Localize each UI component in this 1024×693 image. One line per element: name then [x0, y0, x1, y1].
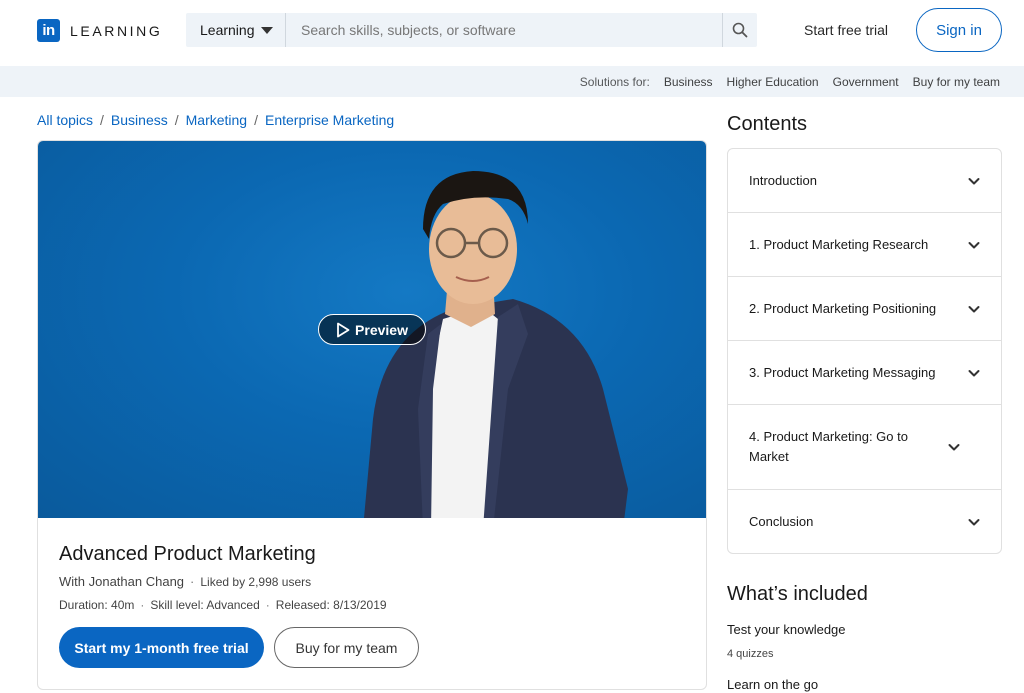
breadcrumb-business[interactable]: Business: [111, 112, 168, 128]
solutions-subnav: Solutions for: Business Higher Education…: [0, 66, 1024, 97]
search-bar: Learning: [186, 13, 757, 47]
contents-item-chapter-3[interactable]: 3. Product Marketing Messaging: [728, 341, 1001, 405]
contents-item-label: Conclusion: [749, 514, 814, 529]
included-item-detail: 4 quizzes: [727, 648, 774, 660]
start-free-trial-button[interactable]: Start my 1-month free trial: [59, 627, 264, 668]
breadcrumb-enterprise-marketing[interactable]: Enterprise Marketing: [265, 112, 394, 128]
contents-list: Introduction 1. Product Marketing Resear…: [727, 148, 1002, 554]
chevron-down-icon: [968, 305, 980, 312]
contents-item-label: 1. Product Marketing Research: [749, 236, 929, 252]
subnav-item-business[interactable]: Business: [664, 75, 713, 89]
chevron-down-icon: [968, 177, 980, 184]
release-date: Released: 8/13/2019: [275, 598, 387, 612]
meta-separator: ·: [265, 598, 270, 612]
included-item-heading: Test your knowledge: [727, 622, 846, 637]
chevron-down-icon: [968, 519, 980, 526]
play-icon: [337, 322, 350, 337]
whats-included-heading: What’s included: [727, 583, 868, 605]
search-input[interactable]: [286, 13, 722, 47]
skill-level: Skill level: Advanced: [150, 598, 260, 612]
start-free-trial-link[interactable]: Start free trial: [804, 22, 888, 38]
preview-label: Preview: [355, 321, 408, 338]
chevron-down-icon: [968, 369, 980, 376]
preview-button[interactable]: Preview: [318, 314, 426, 345]
breadcrumb-separator: /: [254, 112, 258, 128]
chevron-down-icon: [948, 444, 960, 451]
contents-item-chapter-4[interactable]: 4. Product Marketing: Go to Market: [728, 405, 1001, 490]
contents-item-conclusion[interactable]: Conclusion: [728, 490, 1001, 553]
top-header: in LEARNING Learning Start free trial Si…: [0, 0, 1024, 64]
linkedin-logo-icon: in: [37, 19, 60, 42]
course-meta-primary: With Jonathan Chang · Liked by 2,998 use…: [59, 574, 311, 589]
buy-for-my-team-button[interactable]: Buy for my team: [274, 627, 419, 668]
caret-down-icon: [260, 26, 273, 34]
chevron-down-icon: [968, 241, 980, 248]
contents-item-label: Introduction: [749, 172, 817, 188]
course-card: Preview Advanced Product Marketing With …: [37, 140, 707, 690]
search-icon: [732, 22, 748, 38]
contents-heading: Contents: [727, 113, 808, 135]
solutions-label: Solutions for:: [579, 74, 650, 89]
breadcrumb: All topics / Business / Marketing / Ente…: [37, 112, 394, 128]
breadcrumb-separator: /: [174, 112, 179, 128]
search-scope-dropdown[interactable]: Learning: [186, 13, 286, 47]
meta-separator: ·: [140, 598, 145, 612]
logo-text: LEARNING: [70, 22, 163, 39]
course-preview-video[interactable]: Preview: [38, 141, 706, 518]
likes-count: Liked by 2,998 users: [200, 574, 312, 589]
subnav-item-buy-for-my-team[interactable]: Buy for my team: [913, 75, 1000, 89]
breadcrumb-all-topics[interactable]: All topics: [37, 112, 93, 128]
contents-item-introduction[interactable]: Introduction: [728, 149, 1001, 213]
search-button[interactable]: [722, 13, 757, 47]
course-title: Advanced Product Marketing: [59, 543, 316, 565]
contents-item-label: 4. Product Marketing: Go to Market: [749, 429, 908, 464]
course-meta-secondary: Duration: 40m · Skill level: Advanced · …: [59, 598, 387, 612]
linkedin-learning-logo[interactable]: in LEARNING: [37, 19, 162, 42]
contents-item-chapter-2[interactable]: 2. Product Marketing Positioning: [728, 277, 1001, 341]
breadcrumb-marketing[interactable]: Marketing: [186, 112, 247, 128]
meta-separator: ·: [190, 574, 195, 589]
course-duration: Duration: 40m: [59, 598, 135, 612]
breadcrumb-separator: /: [100, 112, 104, 128]
subnav-item-government[interactable]: Government: [833, 75, 899, 89]
search-scope-label: Learning: [200, 22, 255, 38]
contents-item-chapter-1[interactable]: 1. Product Marketing Research: [728, 213, 1001, 277]
sign-in-button[interactable]: Sign in: [916, 8, 1002, 52]
contents-item-label: 3. Product Marketing Messaging: [749, 364, 936, 380]
subnav-item-higher-education[interactable]: Higher Education: [727, 75, 819, 89]
contents-item-label: 2. Product Marketing Positioning: [749, 300, 937, 316]
instructor-name[interactable]: With Jonathan Chang: [59, 574, 184, 589]
included-item-heading: Learn on the go: [727, 677, 819, 692]
